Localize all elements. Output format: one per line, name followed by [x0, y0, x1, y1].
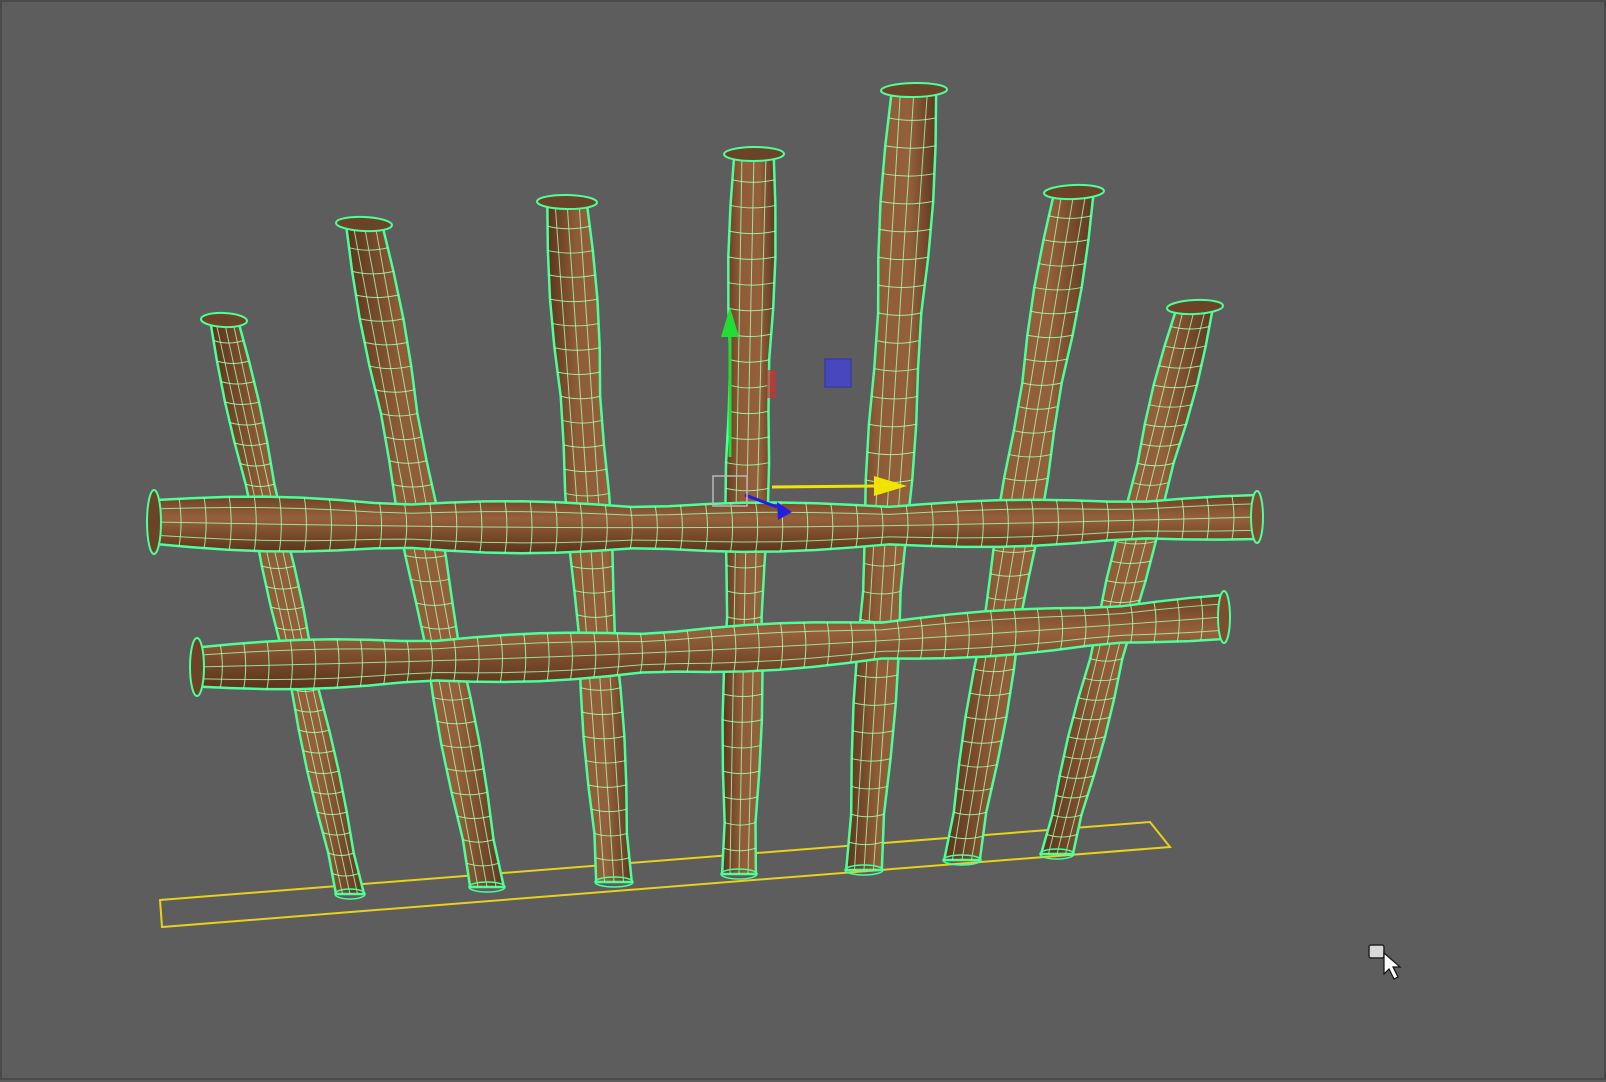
3d-viewport[interactable]	[0, 0, 1606, 1080]
box-select-icon	[1368, 944, 1385, 959]
bamboo-pole[interactable]	[1039, 298, 1224, 860]
ground-plane-outline[interactable]	[158, 820, 1172, 929]
xy-plane-handle[interactable]	[824, 358, 852, 388]
bamboo-pole[interactable]	[200, 311, 366, 900]
bamboo-pole[interactable]	[335, 215, 506, 893]
viewport-scene[interactable]	[2, 2, 1606, 1082]
bamboo-rail[interactable]	[189, 590, 1231, 697]
mouse-pointer-icon	[1368, 944, 1402, 980]
bamboo-pole[interactable]	[844, 81, 948, 876]
yz-plane-handle[interactable]	[767, 370, 776, 398]
bamboo-rail[interactable]	[146, 489, 1264, 555]
vertical-poles-group[interactable]	[200, 81, 1224, 900]
x-axis-handle[interactable]	[771, 484, 878, 489]
